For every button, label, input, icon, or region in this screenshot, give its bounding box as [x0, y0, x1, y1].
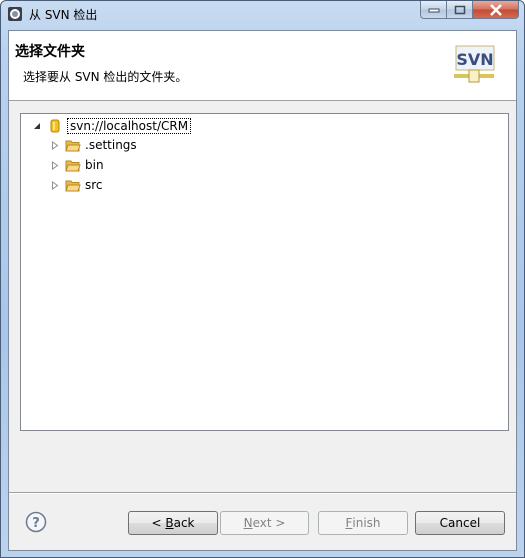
button-bar-separator: [9, 492, 516, 494]
page-description: 选择要从 SVN 检出的文件夹。: [23, 70, 188, 84]
tree-item-label[interactable]: .settings: [85, 138, 137, 152]
next-button-mnemonic: N: [243, 516, 253, 530]
close-button[interactable]: [473, 1, 519, 19]
help-icon[interactable]: ?: [25, 511, 47, 533]
close-icon: [489, 3, 502, 16]
tree-root-row[interactable]: svn://localhost/CRM: [31, 117, 192, 135]
next-button[interactable]: Next >: [220, 511, 309, 535]
collapsed-arrow-icon[interactable]: [49, 179, 61, 191]
repository-icon: [47, 118, 63, 134]
eclipse-app-icon: [8, 7, 22, 21]
finish-button-mnemonic: F: [345, 516, 353, 530]
folder-icon: [65, 177, 81, 193]
maximize-icon: [454, 5, 465, 14]
tree-item-label[interactable]: bin: [85, 158, 104, 172]
dialog-window: 从 SVN 检出 选择文件夹 选择要从 SVN 检出的文件夹。 SVN svn:…: [0, 0, 525, 558]
maximize-button[interactable]: [447, 1, 473, 19]
collapsed-arrow-icon[interactable]: [49, 139, 61, 151]
minimize-icon: [428, 8, 439, 12]
page-title: 选择文件夹: [15, 44, 85, 60]
tree-item-settings[interactable]: .settings: [49, 136, 137, 154]
tree-root-label[interactable]: svn://localhost/CRM: [67, 118, 192, 134]
finish-button-label: inish: [352, 516, 381, 530]
back-button-prefix: <: [151, 516, 166, 530]
finish-button[interactable]: Finish: [318, 511, 408, 535]
tree-item-src[interactable]: src: [49, 176, 103, 194]
cancel-button-label: Cancel: [439, 516, 481, 530]
wizard-header: 选择文件夹 选择要从 SVN 检出的文件夹。 SVN: [9, 31, 516, 101]
folder-tree[interactable]: svn://localhost/CRM .settings bin src: [20, 113, 509, 431]
minimize-button[interactable]: [420, 1, 447, 19]
dialog-client: 选择文件夹 选择要从 SVN 检出的文件夹。 SVN svn://localho…: [8, 30, 517, 551]
back-button-mnemonic: B: [165, 516, 174, 530]
back-button[interactable]: < Back: [128, 511, 218, 535]
window-title: 从 SVN 检出: [29, 8, 98, 22]
cancel-button[interactable]: Cancel: [415, 511, 505, 535]
svn-logo-icon: SVN: [454, 45, 495, 83]
svg-text:?: ?: [32, 516, 40, 531]
tree-item-bin[interactable]: bin: [49, 156, 104, 174]
collapsed-arrow-icon[interactable]: [49, 159, 61, 171]
folder-icon: [65, 137, 81, 153]
next-button-label: ext >: [252, 516, 286, 530]
svn-logo-text: SVN: [456, 50, 493, 69]
tree-item-label[interactable]: src: [85, 178, 103, 192]
title-bar[interactable]: 从 SVN 检出: [1, 1, 524, 29]
back-button-label: ack: [173, 516, 195, 530]
expanded-arrow-icon[interactable]: [31, 120, 43, 132]
folder-icon: [65, 157, 81, 173]
